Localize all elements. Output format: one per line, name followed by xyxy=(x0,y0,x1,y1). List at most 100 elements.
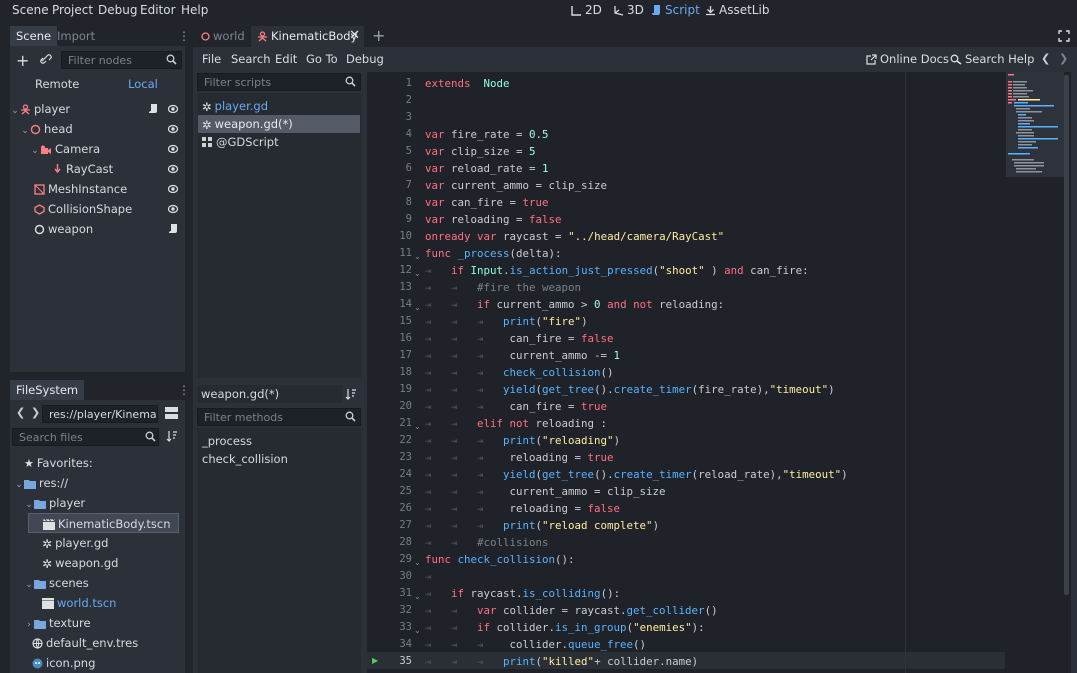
method-item-process[interactable]: _process xyxy=(198,432,360,450)
code-token: "timeout" xyxy=(769,383,829,396)
fs-file-kinematicbody[interactable]: KinematicBody.tscn xyxy=(28,513,179,533)
menu-debug[interactable]: Debug xyxy=(98,3,137,17)
script-item-weapon-gd[interactable]: ✲ weapon.gd(*) xyxy=(198,115,360,133)
dock-menu-icon[interactable]: ⋮ xyxy=(178,383,190,397)
visibility-eye-icon[interactable] xyxy=(168,184,178,194)
online-docs-button[interactable]: Online Docs xyxy=(866,52,949,66)
visibility-eye-icon[interactable] xyxy=(168,204,178,214)
attached-script-icon[interactable] xyxy=(168,223,177,234)
filter-methods-input[interactable]: Filter methods xyxy=(197,408,361,426)
fold-arrow-icon[interactable]: ⌄ xyxy=(414,252,421,261)
visibility-eye-icon[interactable] xyxy=(168,144,178,154)
visibility-eye-icon[interactable] xyxy=(168,104,178,114)
fs-folder-player[interactable]: ⌄ player xyxy=(10,493,184,513)
local-toggle[interactable]: Local xyxy=(128,77,158,91)
back-arrow-icon[interactable]: ❮ xyxy=(16,406,25,419)
script-menu-debug[interactable]: Debug xyxy=(346,52,384,66)
fold-arrow-icon[interactable]: ⌄ xyxy=(414,422,421,431)
visibility-eye-icon[interactable] xyxy=(168,164,178,174)
tree-node-head[interactable]: ⌄ head xyxy=(10,119,184,139)
collapse-arrow-icon[interactable]: ⌄ xyxy=(30,141,40,161)
code-token: var xyxy=(425,213,445,226)
code-line: var reload_rate = 1 xyxy=(425,162,549,175)
collapse-arrow-icon[interactable]: ⌄ xyxy=(20,121,30,141)
collapse-arrow-icon[interactable]: ⌄ xyxy=(10,101,20,121)
tab-scene[interactable]: Scene xyxy=(10,26,57,46)
fold-arrow-icon[interactable]: ⌄ xyxy=(414,303,421,312)
fs-folder-scenes[interactable]: ⌄ scenes xyxy=(10,573,184,593)
scene-tab-world[interactable]: world xyxy=(195,26,249,47)
script-menu-file[interactable]: File xyxy=(202,52,221,66)
menu-scene[interactable]: Scene xyxy=(12,3,49,17)
menu-project[interactable]: Project xyxy=(52,3,93,17)
distraction-free-icon[interactable] xyxy=(1058,30,1070,42)
search-help-button[interactable]: Search Help xyxy=(950,52,1034,66)
line-number: 23 xyxy=(399,451,412,463)
fs-file-default-env[interactable]: default_env.tres xyxy=(10,633,184,653)
menu-help[interactable]: Help xyxy=(181,3,208,17)
tree-node-collisionshape[interactable]: CollisionShape xyxy=(10,199,184,219)
code-token: 0.5 xyxy=(529,128,549,141)
fold-arrow-icon[interactable]: ⌄ xyxy=(414,592,421,601)
vertical-scrollbar[interactable] xyxy=(1064,75,1069,595)
add-tab-icon[interactable]: + xyxy=(372,26,385,45)
script-menu-search[interactable]: Search xyxy=(231,52,271,66)
fs-file-world-tscn[interactable]: world.tscn xyxy=(10,593,184,613)
filter-nodes-input[interactable]: Filter nodes xyxy=(61,51,182,69)
fs-file-player-gd[interactable]: ✲ player.gd xyxy=(10,533,184,553)
code-token: current_ammo > xyxy=(490,298,595,311)
tree-node-raycast[interactable]: RayCast xyxy=(10,159,184,179)
fs-folder-texture[interactable]: › texture xyxy=(10,613,184,633)
fs-res-root[interactable]: ⌄ res:// xyxy=(10,473,184,493)
fs-file-icon-png[interactable]: icon.png xyxy=(10,653,184,673)
tab-filesystem[interactable]: FileSystem xyxy=(10,380,85,400)
script-item-player-gd[interactable]: ✲ player.gd xyxy=(198,97,360,115)
script-menu-edit[interactable]: Edit xyxy=(275,52,297,66)
collapse-arrow-icon[interactable]: ⌄ xyxy=(24,495,34,515)
collapse-arrow-icon[interactable]: ⌄ xyxy=(14,475,24,495)
fs-label: world.tscn xyxy=(57,596,117,610)
fold-arrow-icon[interactable]: ⌄ xyxy=(414,269,421,278)
tree-node-weapon[interactable]: weapon xyxy=(10,219,184,239)
environment-globe-icon xyxy=(32,638,43,649)
prev-script-icon[interactable]: ❮ xyxy=(1041,52,1050,65)
fold-arrow-icon[interactable]: ⌄ xyxy=(414,626,421,635)
script-item-gdscript[interactable]: @GDScript xyxy=(198,133,360,151)
dock-menu-icon[interactable]: ⋮ xyxy=(178,29,190,43)
collapse-arrow-icon[interactable]: ⌄ xyxy=(24,575,34,595)
split-view-icon[interactable] xyxy=(165,407,178,419)
close-icon[interactable]: ✕ xyxy=(349,26,360,46)
method-item-check-collision[interactable]: check_collision xyxy=(198,450,360,468)
expand-arrow-icon[interactable]: › xyxy=(24,615,34,635)
search-files-input[interactable]: Search files xyxy=(12,428,159,446)
fold-arrow-icon[interactable]: ⌄ xyxy=(414,558,421,567)
sort-icon[interactable] xyxy=(345,388,357,400)
visibility-eye-icon[interactable] xyxy=(168,124,178,134)
minimap[interactable] xyxy=(1006,72,1064,177)
path-field[interactable]: res://player/Kinematic xyxy=(42,405,158,423)
fs-favorites[interactable]: ★ Favorites: xyxy=(10,453,184,473)
workspace-3d[interactable]: 3D xyxy=(613,3,644,17)
script-menu-goto[interactable]: Go To xyxy=(306,52,338,66)
attached-script-icon[interactable] xyxy=(148,103,157,114)
tree-node-camera[interactable]: ⌄ Camera xyxy=(10,139,184,159)
workspace-script[interactable]: Script xyxy=(651,3,700,17)
link-icon[interactable] xyxy=(40,53,52,65)
tab-import[interactable]: Import xyxy=(51,26,101,46)
remote-toggle[interactable]: Remote xyxy=(35,77,79,91)
tree-node-meshinstance[interactable]: MeshInstance xyxy=(10,179,184,199)
scene-tab-kinematicbody[interactable]: KinematicBody ✕ xyxy=(251,26,364,47)
sort-icon[interactable] xyxy=(166,430,178,442)
next-script-icon[interactable]: ❯ xyxy=(1059,52,1068,65)
add-node-icon[interactable]: + xyxy=(16,51,29,70)
workspace-2d[interactable]: 2D xyxy=(571,3,602,17)
tree-node-player[interactable]: ⌄ player xyxy=(10,99,184,119)
code-line: ⇥ ⇥ if collider.is_in_group("enemies"): xyxy=(425,621,705,634)
workspace-assetlib-label: AssetLib xyxy=(719,3,770,17)
fs-file-weapon-gd[interactable]: ✲ weapon.gd xyxy=(10,553,184,573)
workspace-assetlib[interactable]: AssetLib xyxy=(705,3,769,17)
forward-arrow-icon[interactable]: ❯ xyxy=(31,406,40,419)
line-number: 35 xyxy=(399,655,412,667)
filter-scripts-input[interactable]: Filter scripts xyxy=(197,73,361,91)
menu-editor[interactable]: Editor xyxy=(140,3,176,17)
